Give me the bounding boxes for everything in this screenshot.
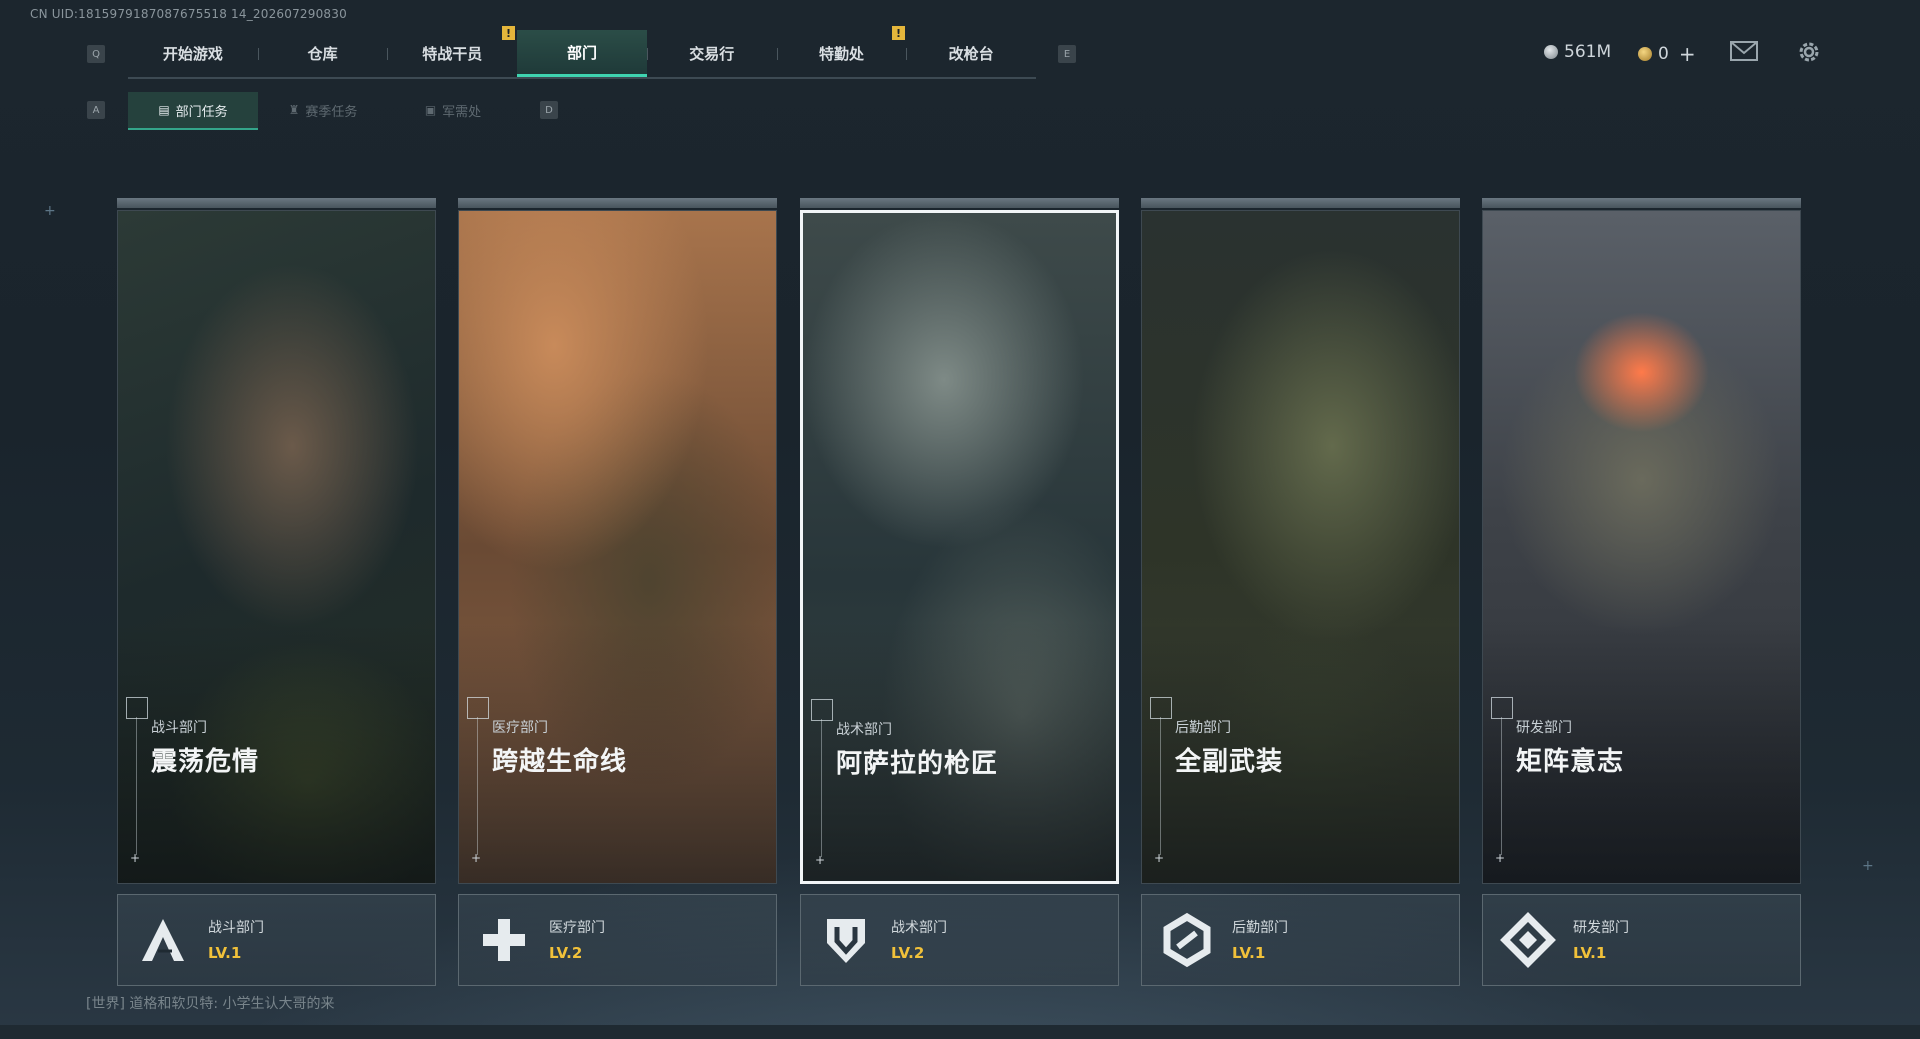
card-header-strip <box>1141 198 1460 208</box>
dept-card-logistics[interactable]: + 后勤部门 全副武装 <box>1141 198 1460 884</box>
dept-card-combat[interactable]: + 战斗部门 震荡危情 <box>117 198 436 884</box>
card-title: 阿萨拉的枪匠 <box>836 749 999 779</box>
tab-warehouse[interactable]: 仓库 <box>257 30 388 77</box>
card-divider <box>477 717 478 855</box>
level-value: LV.1 <box>208 944 242 962</box>
dept-card-tactical[interactable]: + 战术部门 阿萨拉的枪匠 <box>800 198 1119 884</box>
add-currency-button[interactable]: + <box>1679 42 1696 66</box>
clipboard-icon: ▤ <box>158 103 170 117</box>
currency-a: 561M <box>1544 42 1611 62</box>
card-corner-mark <box>126 697 148 719</box>
bottom-bar <box>0 1025 1920 1039</box>
card-header-strip <box>458 198 777 208</box>
level-dept-name: 研发部门 <box>1573 920 1629 936</box>
tab-start-game[interactable]: 开始游戏 <box>128 30 258 77</box>
card-cross-mark: + <box>815 853 826 867</box>
settings-gear-icon[interactable] <box>1796 39 1822 69</box>
research-diamond-icon <box>1497 909 1559 971</box>
card-dept-label: 战术部门 <box>836 722 892 738</box>
currency-b-value: 0 <box>1658 44 1669 64</box>
subtab-season-missions[interactable]: ♜ 赛季任务 <box>258 92 388 128</box>
currency-b: 0 + <box>1638 42 1696 66</box>
hud-cross-mark: + <box>44 203 56 219</box>
silver-coin-icon <box>1544 45 1558 59</box>
trophy-icon: ♜ <box>288 103 300 117</box>
nav-next-key[interactable]: E <box>1058 45 1076 63</box>
logistics-art: + 后勤部门 全副武装 <box>1141 210 1460 884</box>
tab-department[interactable]: 部门 <box>517 30 647 77</box>
subnav-prev-key[interactable]: A <box>87 101 105 119</box>
card-cross-mark: + <box>471 851 482 865</box>
assault-a-icon <box>132 909 194 971</box>
card-corner-mark <box>467 697 489 719</box>
subnav-next-key[interactable]: D <box>540 101 558 119</box>
world-chat-message[interactable]: [世界] 道格和软贝特: 小学生认大哥的来 <box>86 993 335 1013</box>
card-title: 矩阵意志 <box>1516 747 1625 777</box>
subtab-quartermaster-label: 军需处 <box>442 104 482 120</box>
level-value: LV.1 <box>1573 944 1607 962</box>
card-header-strip <box>117 198 436 208</box>
uid-label: CN UID:1815979187087675518 14_2026072908… <box>30 7 347 21</box>
research-art: + 研发部门 矩阵意志 <box>1482 210 1801 884</box>
currency-a-value: 561M <box>1564 42 1612 62</box>
card-divider <box>136 717 137 855</box>
card-divider <box>1501 717 1502 855</box>
card-corner-mark <box>1150 697 1172 719</box>
level-dept-name: 后勤部门 <box>1232 920 1288 936</box>
level-dept-name: 医疗部门 <box>549 920 605 936</box>
level-panel-research[interactable]: 研发部门 LV.1 <box>1482 894 1801 986</box>
card-cross-mark: + <box>1495 851 1506 865</box>
card-cross-mark: + <box>130 851 141 865</box>
mail-icon[interactable] <box>1730 40 1758 66</box>
subtab-dept-missions-label: 部门任务 <box>175 104 228 120</box>
combat-art: + 战斗部门 震荡危情 <box>117 210 436 884</box>
hud-cross-mark: + <box>1862 858 1874 874</box>
nav-prev-key[interactable]: Q <box>87 45 105 63</box>
sub-nav: ▤ 部门任务 ♜ 赛季任务 ▣ 军需处 <box>128 92 518 130</box>
card-header-strip <box>800 198 1119 208</box>
operators-alert-icon: ! <box>502 26 515 40</box>
level-panel-combat[interactable]: 战斗部门 LV.1 <box>117 894 436 986</box>
card-title: 跨越生命线 <box>492 747 628 777</box>
level-value: LV.2 <box>891 944 925 962</box>
tactical-shield-icon <box>815 909 877 971</box>
card-divider <box>1160 717 1161 855</box>
gold-coin-icon <box>1638 47 1652 61</box>
card-corner-mark <box>811 699 833 721</box>
subtab-season-missions-label: 赛季任务 <box>305 104 358 120</box>
card-dept-label: 战斗部门 <box>151 720 207 736</box>
subtab-dept-missions[interactable]: ▤ 部门任务 <box>128 92 258 130</box>
card-dept-label: 后勤部门 <box>1175 720 1231 736</box>
card-dept-label: 研发部门 <box>1516 720 1572 736</box>
logistics-hex-icon <box>1156 909 1218 971</box>
medical-cross-icon <box>473 909 535 971</box>
level-panel-medical[interactable]: 医疗部门 LV.2 <box>458 894 777 986</box>
card-header-strip <box>1482 198 1801 208</box>
card-corner-mark <box>1491 697 1513 719</box>
card-divider <box>821 719 822 857</box>
level-panel-logistics[interactable]: 后勤部门 LV.1 <box>1141 894 1460 986</box>
dept-card-medical[interactable]: + 医疗部门 跨越生命线 <box>458 198 777 884</box>
dept-card-research[interactable]: + 研发部门 矩阵意志 <box>1482 198 1801 884</box>
level-value: LV.2 <box>549 944 583 962</box>
tactical-art: + 战术部门 阿萨拉的枪匠 <box>800 210 1119 884</box>
level-dept-name: 战斗部门 <box>208 920 264 936</box>
card-title: 震荡危情 <box>151 747 260 777</box>
medical-art: + 医疗部门 跨越生命线 <box>458 210 777 884</box>
card-dept-label: 医疗部门 <box>492 720 548 736</box>
tab-operators[interactable]: 特战干员 <box>387 30 517 77</box>
tab-special-service[interactable]: 特勤处 <box>776 30 907 77</box>
special-service-alert-icon: ! <box>892 26 905 40</box>
card-title: 全副武装 <box>1175 747 1284 777</box>
tab-trade[interactable]: 交易行 <box>646 30 777 77</box>
subtab-quartermaster[interactable]: ▣ 军需处 <box>388 92 518 128</box>
tab-gunsmith[interactable]: 改枪台 <box>906 30 1036 77</box>
level-dept-name: 战术部门 <box>891 920 947 936</box>
crate-icon: ▣ <box>424 103 437 117</box>
level-value: LV.1 <box>1232 944 1266 962</box>
level-panel-tactical[interactable]: 战术部门 LV.2 <box>800 894 1119 986</box>
card-cross-mark: + <box>1154 851 1165 865</box>
